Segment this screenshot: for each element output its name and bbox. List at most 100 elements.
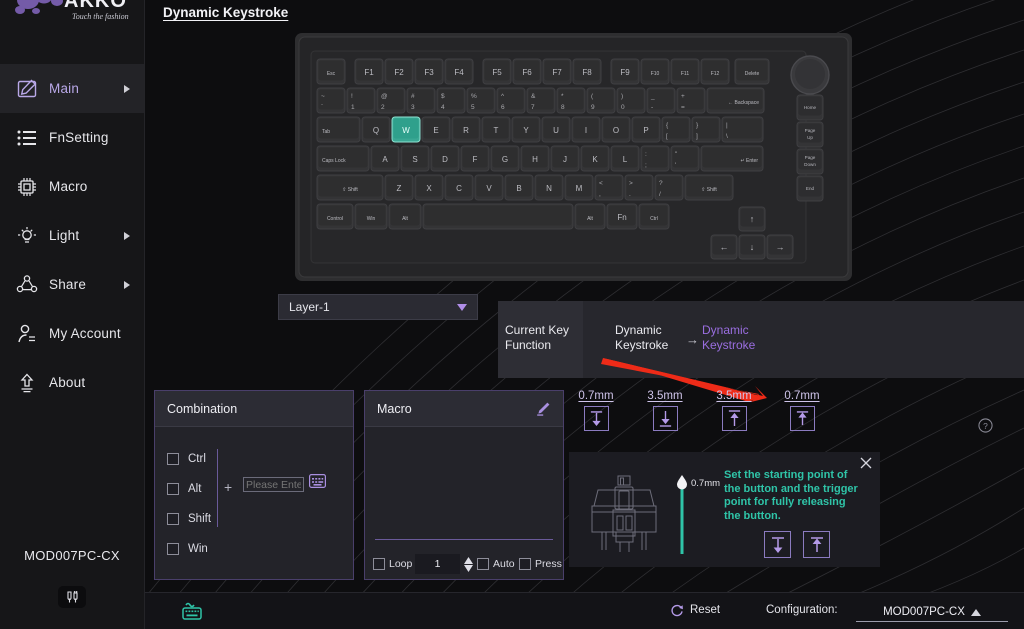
keyboard-key[interactable]: I — [571, 116, 601, 143]
keyboard-key[interactable]: Control — [316, 203, 354, 230]
keyboard-key[interactable]: Fn — [606, 203, 638, 230]
keyboard-key[interactable]: F8 — [572, 58, 602, 85]
depth-button-3[interactable] — [721, 406, 747, 431]
keyboard-key[interactable]: Delete — [734, 58, 770, 85]
keyboard-key[interactable]: End — [796, 175, 824, 202]
keyboard-key[interactable]: Esc — [316, 58, 346, 85]
keyboard-key[interactable]: F2 — [384, 58, 414, 85]
keyboard-key[interactable]: P — [631, 116, 661, 143]
keyboard-key[interactable]: Tab — [316, 116, 361, 143]
keyboard-key[interactable]: E — [421, 116, 451, 143]
keyboard-key[interactable]: @2 — [376, 87, 406, 114]
keyboard-key[interactable]: M — [564, 174, 594, 201]
keyboard-key[interactable]: F3 — [414, 58, 444, 85]
keyboard-key[interactable]: Home — [796, 94, 824, 121]
keyboard-key[interactable]: Z — [384, 174, 414, 201]
loop-checkbox[interactable] — [373, 558, 385, 570]
keyboard-key-selected[interactable]: W — [391, 116, 421, 143]
shift-checkbox[interactable] — [167, 513, 179, 525]
auto-checkbox[interactable] — [477, 558, 489, 570]
keyboard-key[interactable]: Page Up — [796, 121, 824, 148]
keyboard-key[interactable]: Caps Lock — [316, 145, 370, 172]
keyboard-key[interactable]: Win — [354, 203, 388, 230]
keyboard-key[interactable]: F11 — [670, 58, 700, 85]
keyboard-key[interactable]: S — [400, 145, 430, 172]
keyboard-key[interactable] — [422, 203, 574, 230]
keyboard-key[interactable]: Q — [361, 116, 391, 143]
keyboard-key[interactable]: }] — [691, 116, 721, 143]
keyboard-key[interactable]: R — [451, 116, 481, 143]
keyboard-key[interactable]: K — [580, 145, 610, 172]
keyboard-connected-icon[interactable] — [181, 601, 203, 621]
sidebar-item-about[interactable]: About — [0, 358, 144, 407]
keyboard-key[interactable]: ⇧ Shift — [684, 174, 734, 201]
keyboard-key[interactable]: %5 — [466, 87, 496, 114]
keyboard-key[interactable]: "' — [670, 145, 700, 172]
keyboard-key[interactable]: Y — [511, 116, 541, 143]
keyboard-key[interactable]: F9 — [610, 58, 640, 85]
ctrl-checkbox[interactable] — [167, 453, 179, 465]
keyboard-key[interactable]: )0 — [616, 87, 646, 114]
sidebar-item-light[interactable]: Light — [0, 211, 144, 260]
keyboard-key[interactable]: |\ — [721, 116, 764, 143]
keyboard-key[interactable]: !1 — [346, 87, 376, 114]
keyboard-key[interactable]: ~` — [316, 87, 346, 114]
keyboard-key[interactable]: ?/ — [654, 174, 684, 201]
keyboard-key[interactable]: ^6 — [496, 87, 526, 114]
loop-count-stepper[interactable] — [464, 556, 473, 572]
keyboard-key[interactable]: F5 — [482, 58, 512, 85]
keyboard-key[interactable]: A — [370, 145, 400, 172]
win-checkbox[interactable] — [167, 543, 179, 555]
keyboard-key[interactable]: (9 — [586, 87, 616, 114]
keyboard-key[interactable]: J — [550, 145, 580, 172]
keyboard-key[interactable]: Alt — [388, 203, 422, 230]
configuration-select[interactable]: MOD007PC-CX — [856, 603, 1008, 622]
question-circle-icon[interactable]: ? — [978, 418, 993, 433]
sidebar-item-macro[interactable]: Macro — [0, 162, 144, 211]
keyboard-key[interactable]: F12 — [700, 58, 730, 85]
keyboard-key[interactable]: Ctrl — [638, 203, 670, 230]
keyboard-key-arrow-down[interactable]: ↓ — [738, 234, 766, 260]
loop-count-input[interactable] — [415, 554, 460, 574]
keyboard-key[interactable]: ← Backspace — [706, 87, 765, 114]
keyboard-key[interactable]: Alt — [574, 203, 606, 230]
keyboard-key[interactable]: B — [504, 174, 534, 201]
keyboard-key[interactable]: X — [414, 174, 444, 201]
depth-button-4[interactable] — [789, 406, 815, 431]
keyboard-key-arrow-left[interactable]: ← — [710, 234, 738, 260]
layer-select[interactable]: Layer-1 — [278, 294, 478, 320]
combination-key-input[interactable] — [243, 477, 304, 492]
keyboard-key[interactable]: U — [541, 116, 571, 143]
travel-slider[interactable] — [675, 474, 689, 556]
keyboard-key[interactable]: F6 — [512, 58, 542, 85]
keyboard-key-arrow-up[interactable]: ↑ — [738, 206, 766, 232]
tooltip-release-point-button[interactable] — [803, 531, 830, 558]
press-checkbox[interactable] — [519, 558, 531, 570]
reset-configuration-button[interactable]: Reset — [670, 603, 720, 617]
keyboard-visual[interactable]: Esc F1 F2 F3 F4 F5 F6 F7 F8 F9 F10 F11 F12 Delete ~ `! 1… — [295, 33, 852, 281]
keyboard-key[interactable]: V — [474, 174, 504, 201]
keyboard-key[interactable]: <, — [594, 174, 624, 201]
keyboard-key[interactable]: T — [481, 116, 511, 143]
tooltip-press-point-button[interactable] — [764, 531, 791, 558]
keyboard-key[interactable]: *8 — [556, 87, 586, 114]
keyboard-key[interactable]: F10 — [640, 58, 670, 85]
pencil-icon[interactable] — [535, 401, 551, 417]
keyboard-key[interactable]: $4 — [436, 87, 466, 114]
keyboard-key[interactable]: += — [676, 87, 706, 114]
keyboard-key[interactable]: L — [610, 145, 640, 172]
keyboard-key[interactable]: Page Down — [796, 148, 824, 175]
keyboard-key[interactable]: ↵ Enter — [700, 145, 764, 172]
keyboard-key[interactable]: #3 — [406, 87, 436, 114]
keyboard-key[interactable]: F7 — [542, 58, 572, 85]
keyboard-key[interactable]: C — [444, 174, 474, 201]
keyboard-key[interactable]: ⇧ Shift — [316, 174, 384, 201]
keyboard-key[interactable]: G — [490, 145, 520, 172]
sidebar-item-main[interactable]: Main — [0, 64, 144, 113]
close-icon[interactable] — [859, 456, 873, 470]
rotary-knob[interactable] — [790, 55, 830, 95]
depth-button-1[interactable] — [583, 406, 609, 431]
keyboard-key[interactable]: H — [520, 145, 550, 172]
alt-checkbox[interactable] — [167, 483, 179, 495]
keyboard-key[interactable]: D — [430, 145, 460, 172]
